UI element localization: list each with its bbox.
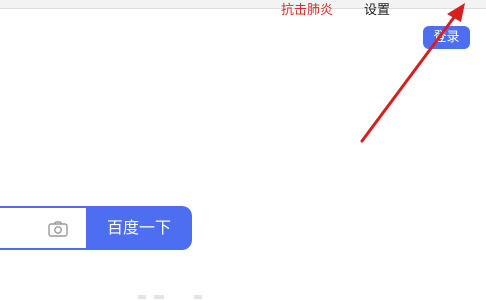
browser-top-edge: [0, 0, 486, 9]
search-bar: 百度一下: [0, 206, 196, 250]
camera-icon[interactable]: [48, 221, 68, 237]
search-input[interactable]: [0, 206, 88, 250]
bottom-hint-fragment: [138, 295, 202, 299]
covid-news-link[interactable]: 抗击肺炎: [281, 3, 333, 19]
search-button[interactable]: 百度一下: [86, 206, 192, 250]
settings-link[interactable]: 设置: [364, 3, 390, 19]
login-button[interactable]: 登录: [423, 26, 470, 49]
annotation-arrow: [360, 3, 465, 143]
